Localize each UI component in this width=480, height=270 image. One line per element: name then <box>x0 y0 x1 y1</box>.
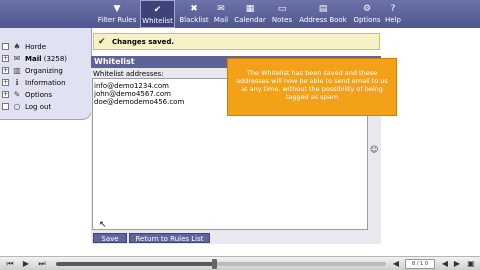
calendar-icon: ▦ <box>245 4 255 14</box>
expand-plus-icon: + <box>2 79 9 86</box>
forward-icon[interactable]: ⏭ <box>36 258 48 270</box>
mail-count: (3258) <box>43 54 68 63</box>
toolbar-mail[interactable]: ✉ Mail <box>211 0 231 28</box>
top-toolbar: ▼ Filter Rules ✔ Whitelist ✖ Blacklist ✉… <box>0 0 480 28</box>
toolbar-whitelist[interactable]: ✔ Whitelist <box>140 0 175 28</box>
sidebar-item-information[interactable]: + ℹ Information <box>2 77 66 88</box>
expand-plus-icon: + <box>2 91 9 98</box>
toolbar-calendar[interactable]: ▦ Calendar <box>233 0 267 28</box>
toolbar-notes[interactable]: ▭ Notes <box>270 0 294 28</box>
organizing-icon: ▥ <box>13 66 21 75</box>
progress-thumb[interactable] <box>212 259 218 269</box>
toolbar-label: Filter Rules <box>97 16 137 24</box>
sidebar-item-horde[interactable]: ♠ Horde <box>2 41 46 52</box>
slide-counter: 8 / 1 0 <box>405 259 435 269</box>
progress-fill <box>56 262 215 266</box>
toolbar-label: Options <box>353 16 381 24</box>
sidebar-item-label: Information <box>25 78 66 87</box>
notification-bar: ✔ Changes saved. <box>93 33 380 50</box>
toolbar-label: Address Book <box>299 16 347 24</box>
sidebar-item-organizing[interactable]: + ▥ Organizing <box>2 65 63 76</box>
toolbar-label: Mail <box>213 16 229 24</box>
blacklist-icon: ✖ <box>190 4 198 14</box>
toolbar-options[interactable]: ⚙ Options <box>352 0 382 28</box>
resize-handle-icon[interactable]: ☺ <box>370 145 378 154</box>
sidebar-item-mail[interactable]: + ✉ Mail (3258) <box>2 53 67 64</box>
fullscreen-icon[interactable]: ▣ <box>465 258 477 270</box>
mail-icon: ✉ <box>217 4 225 14</box>
rewind-icon[interactable]: ⏮ <box>4 258 16 270</box>
mail-icon: ✉ <box>13 54 21 63</box>
sidebar-item-label: Mail (3258) <box>25 54 68 63</box>
tutorial-callout: The Whitelist has been saved and these a… <box>227 58 397 116</box>
sidebar-item-label: Organizing <box>25 66 63 75</box>
toolbar-label: Whitelist <box>142 17 173 25</box>
toolbar-blacklist[interactable]: ✖ Blacklist <box>178 0 210 28</box>
address-book-icon: ▤ <box>318 4 328 14</box>
options-icon: ⚙ <box>362 4 372 14</box>
previous-slide-icon[interactable]: ◀ <box>440 258 450 270</box>
information-icon: ℹ <box>15 78 19 87</box>
whitelist-address: john@demo4567.com <box>94 90 171 98</box>
collapsed-square-icon <box>2 103 9 110</box>
toolbar-label: Blacklist <box>179 16 209 24</box>
sidebar-item-label: Log out <box>25 102 52 111</box>
whitelist-address: info@demo1234.com <box>94 82 169 90</box>
toolbar-label: Notes <box>271 16 293 24</box>
logout-icon: ○ <box>13 102 21 111</box>
whitelist-address: doe@demodemo456.com <box>94 98 185 106</box>
expand-plus-icon: + <box>2 55 9 62</box>
toolbar-label: Calendar <box>234 16 266 24</box>
expand-plus-icon: + <box>2 67 9 74</box>
whitelist-field-label: Whitelist addresses: <box>93 70 164 78</box>
sidebar-item-logout[interactable]: ○ Log out <box>2 101 51 112</box>
sidebar-item-label: Options <box>25 90 53 99</box>
options-icon: ✎ <box>13 90 21 99</box>
sidebar: ♠ Horde + ✉ Mail (3258) + ▥ Organizing +… <box>0 28 92 120</box>
whitelist-check-icon: ✔ <box>153 5 162 15</box>
horde-icon: ♠ <box>13 42 21 51</box>
video-player-bar: ⏮ ▶ ⏭ ◀ 8 / 1 0 ◀ ▶ ▣ <box>0 256 480 270</box>
filter-icon: ▼ <box>113 4 121 14</box>
toolbar-help[interactable]: ? Help <box>384 0 402 28</box>
notification-message: Changes saved. <box>112 37 175 46</box>
collapsed-square-icon <box>2 43 9 50</box>
play-icon[interactable]: ▶ <box>20 258 32 270</box>
notes-icon: ▭ <box>277 4 287 14</box>
checkmark-icon: ✔ <box>98 36 106 47</box>
sidebar-item-label: Horde <box>25 42 47 51</box>
toolbar-label: Help <box>385 16 401 24</box>
mouse-cursor-icon: ↖ <box>99 220 107 230</box>
toolbar-filter-rules[interactable]: ▼ Filter Rules <box>96 0 138 28</box>
return-to-rules-list-button[interactable]: Return to Rules List <box>129 233 210 243</box>
next-slide-icon[interactable]: ▶ <box>452 258 462 270</box>
save-button[interactable]: Save <box>93 233 127 243</box>
toolbar-address-book[interactable]: ▤ Address Book <box>297 0 349 28</box>
volume-icon[interactable]: ◀ <box>390 258 402 270</box>
sidebar-item-options[interactable]: + ✎ Options <box>2 89 52 100</box>
help-icon: ? <box>390 4 396 14</box>
